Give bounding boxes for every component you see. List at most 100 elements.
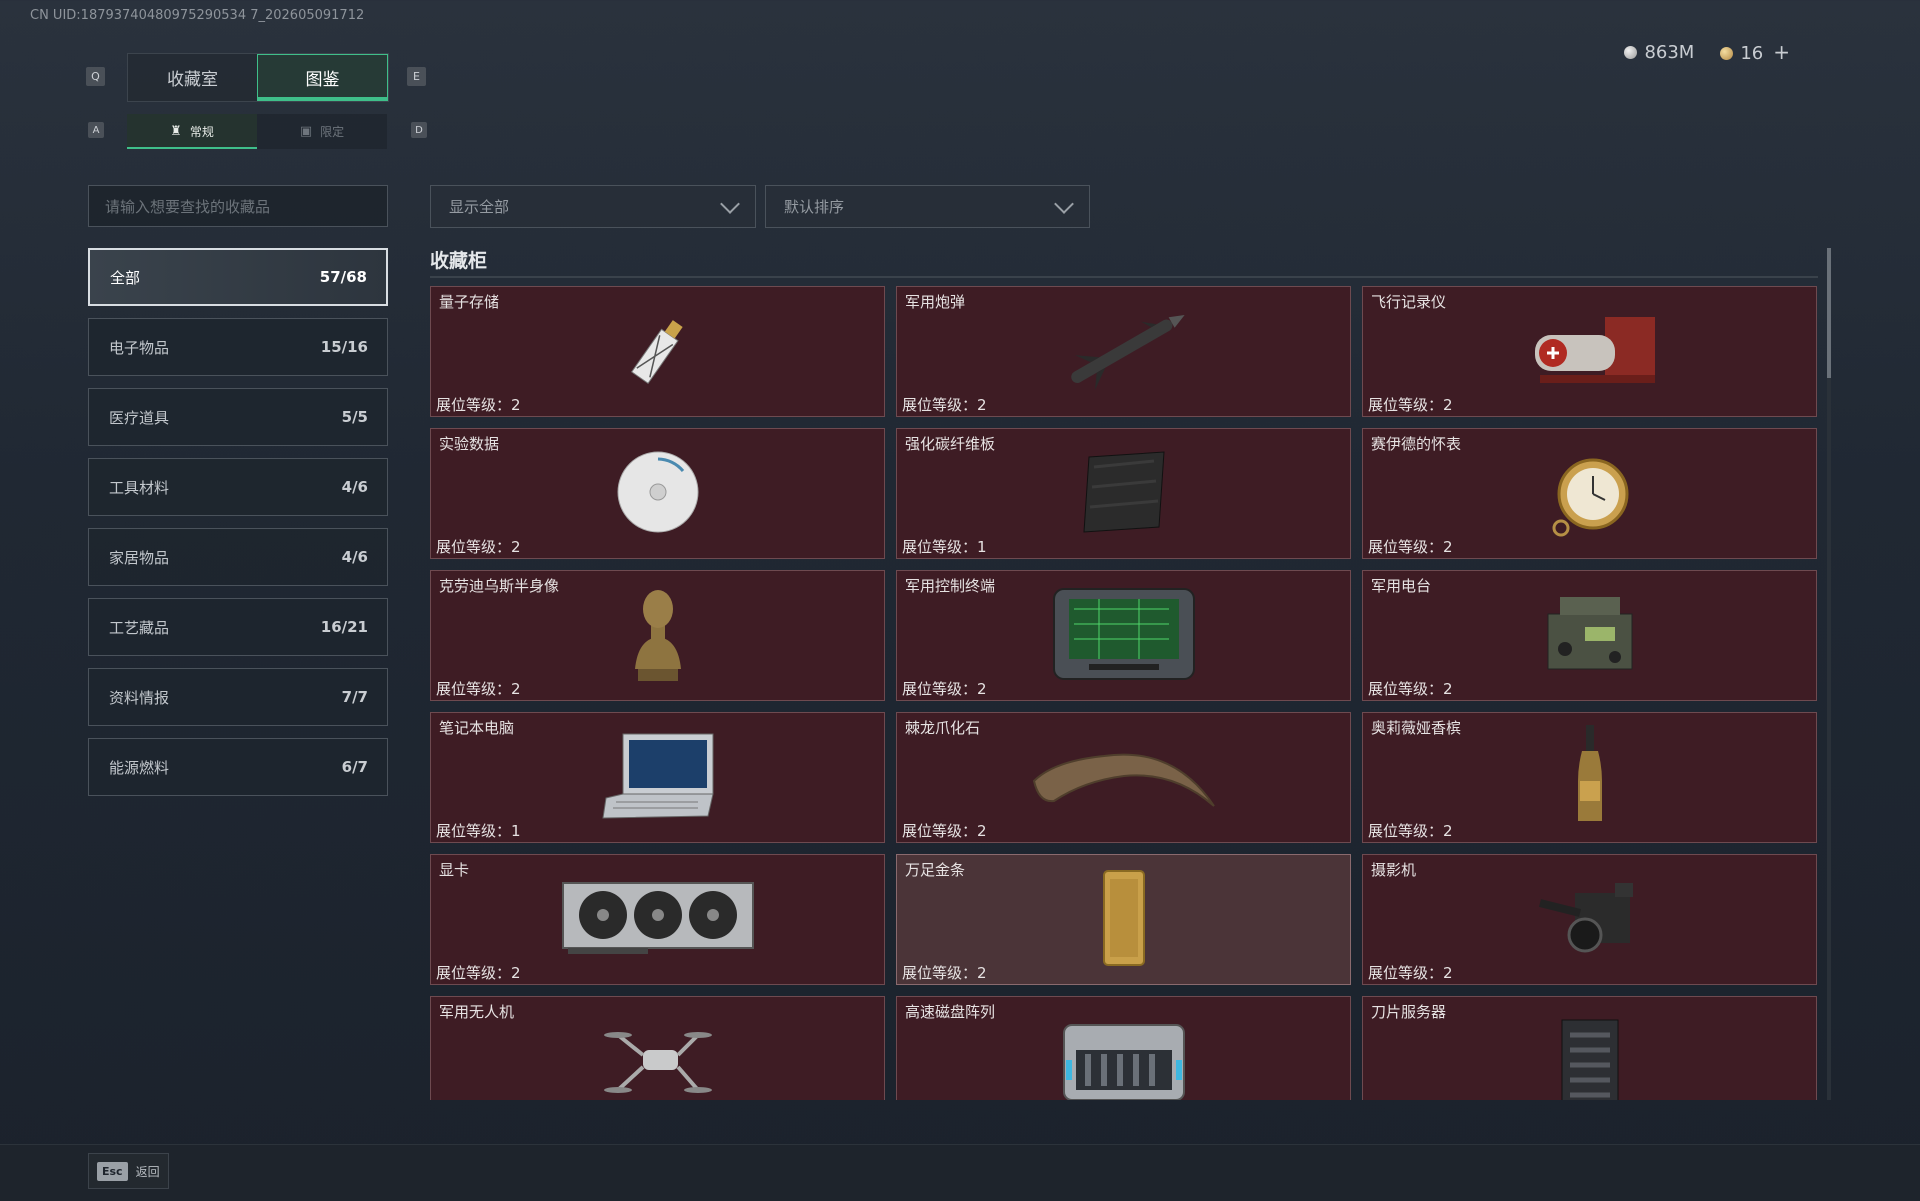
- category-label: 资料情报: [109, 688, 170, 707]
- category-label: 能源燃料: [109, 758, 170, 777]
- item-name: 克劳迪乌斯半身像: [439, 577, 560, 595]
- search-input[interactable]: 请输入想要查找的收藏品: [88, 185, 388, 227]
- flight-recorder-icon: [1515, 305, 1665, 399]
- claw-fossil-icon: [1024, 731, 1224, 825]
- category-energy[interactable]: 能源燃料 6/7: [88, 738, 388, 796]
- trophy-icon: ♜: [170, 124, 182, 139]
- graphics-card-icon: [558, 873, 758, 967]
- category-count: 15/16: [320, 338, 368, 356]
- disk-array-icon: [1054, 1010, 1194, 1100]
- tab-catalog[interactable]: 图鉴: [257, 54, 388, 101]
- gold-bar-icon: [1094, 863, 1154, 977]
- next-tab-key[interactable]: E: [407, 67, 426, 86]
- collection-card[interactable]: 军用无人机: [430, 996, 885, 1100]
- category-tools[interactable]: 工具材料 4/6: [88, 458, 388, 516]
- back-button[interactable]: Esc 返回: [88, 1153, 169, 1189]
- sub-tabbar: ♜ 常规 ▣ 限定: [127, 114, 387, 149]
- collection-card[interactable]: 强化碳纤维板 展位等级：1: [896, 428, 1351, 559]
- display-level: 展位等级：1: [902, 538, 987, 556]
- collection-card[interactable]: 军用电台展位等级：2: [1362, 570, 1817, 701]
- laptop-icon: [598, 726, 718, 830]
- disc-icon: [613, 447, 703, 541]
- display-level: 展位等级：2: [1368, 396, 1453, 414]
- category-label: 电子物品: [109, 338, 170, 357]
- filter-dropdown[interactable]: 显示全部: [430, 185, 756, 228]
- collection-card[interactable]: 显卡展位等级：2: [430, 854, 885, 985]
- display-level: 展位等级：2: [436, 964, 521, 982]
- collection-card[interactable]: 克劳迪乌斯半身像 展位等级：2: [430, 570, 885, 701]
- display-level: 展位等级：2: [1368, 822, 1453, 840]
- collection-card[interactable]: 刀片服务器: [1362, 996, 1817, 1100]
- collection-card[interactable]: 奥莉薇娅香槟 展位等级：2: [1362, 712, 1817, 843]
- subtab-limited-label: 限定: [320, 125, 345, 139]
- sort-dropdown[interactable]: 默认排序: [765, 185, 1090, 228]
- collection-card[interactable]: 赛伊德的怀表 展位等级：2: [1362, 428, 1817, 559]
- display-level: 展位等级：2: [902, 822, 987, 840]
- category-medical[interactable]: 医疗道具 5/5: [88, 388, 388, 446]
- bottom-bar: [0, 1144, 1920, 1201]
- item-name: 军用无人机: [439, 1003, 515, 1021]
- item-name: 军用电台: [1371, 577, 1432, 595]
- collection-grid-viewport: 量子存储 展位等级：2 军用炮弹 展位等级：2 飞行记录仪 展位等级：2 实验数据 展位等级：…: [430, 286, 1818, 1100]
- collection-card[interactable]: 实验数据展位等级：2: [430, 428, 885, 559]
- section-divider: [430, 276, 1818, 278]
- collection-card[interactable]: 军用炮弹 展位等级：2: [896, 286, 1351, 417]
- display-level: 展位等级：2: [436, 538, 521, 556]
- subtab-regular[interactable]: ♜ 常规: [127, 114, 257, 149]
- add-currency-button[interactable]: +: [1773, 40, 1790, 64]
- blade-server-icon: [1550, 1010, 1630, 1100]
- collection-card[interactable]: 万足金条展位等级：2: [896, 854, 1351, 985]
- display-level: 展位等级：2: [902, 964, 987, 982]
- item-name: 高速磁盘阵列: [905, 1003, 996, 1021]
- tab-collection-room[interactable]: 收藏室: [128, 54, 257, 101]
- esc-key: Esc: [97, 1161, 128, 1181]
- gold-currency: 16 +: [1720, 40, 1790, 64]
- item-name: 实验数据: [439, 435, 500, 453]
- collection-grid: 量子存储 展位等级：2 军用炮弹 展位等级：2 飞行记录仪 展位等级：2 实验数据 展位等级：…: [430, 286, 1818, 1100]
- prev-tab-key[interactable]: Q: [86, 67, 105, 86]
- item-name: 棘龙爪化石: [905, 719, 981, 737]
- display-level: 展位等级：2: [1368, 538, 1453, 556]
- category-crafts[interactable]: 工艺藏品 16/21: [88, 598, 388, 656]
- gold-coin-icon: [1720, 47, 1734, 60]
- display-level: 展位等级：2: [436, 680, 521, 698]
- category-count: 5/5: [341, 408, 368, 426]
- category-intel[interactable]: 资料情报 7/7: [88, 668, 388, 726]
- champagne-icon: [1570, 721, 1610, 835]
- scrollbar-thumb[interactable]: [1827, 248, 1831, 378]
- item-name: 万足金条: [905, 861, 966, 879]
- subtab-limited[interactable]: ▣ 限定: [257, 114, 387, 149]
- item-name: 摄影机: [1371, 861, 1417, 879]
- category-electronics[interactable]: 电子物品 15/16: [88, 318, 388, 376]
- category-label: 工艺藏品: [109, 618, 170, 637]
- category-all[interactable]: 全部 57/68: [88, 248, 388, 306]
- item-name: 笔记本电脑: [439, 719, 515, 737]
- item-name: 量子存储: [439, 293, 500, 311]
- display-level: 展位等级：2: [902, 680, 987, 698]
- display-level: 展位等级：2: [436, 396, 521, 414]
- item-name: 强化碳纤维板: [905, 435, 996, 453]
- collection-card[interactable]: 棘龙爪化石展位等级：2: [896, 712, 1351, 843]
- category-household[interactable]: 家居物品 4/6: [88, 528, 388, 586]
- collection-card[interactable]: 军用控制终端 展位等级：2: [896, 570, 1351, 701]
- category-count: 6/7: [341, 758, 368, 776]
- collection-card[interactable]: 高速磁盘阵列: [896, 996, 1351, 1100]
- display-level: 展位等级：2: [1368, 680, 1453, 698]
- collection-card[interactable]: 笔记本电脑 展位等级：1: [430, 712, 885, 843]
- category-count: 4/6: [341, 478, 368, 496]
- image-icon: ▣: [299, 124, 313, 139]
- item-name: 显卡: [439, 861, 470, 879]
- back-label: 返回: [135, 1164, 160, 1179]
- chevron-down-icon: [720, 193, 740, 214]
- collection-card[interactable]: 摄影机展位等级：2: [1362, 854, 1817, 985]
- silver-currency: 863M: [1624, 42, 1694, 63]
- display-level: 展位等级：2: [1368, 964, 1453, 982]
- collection-card[interactable]: 飞行记录仪 展位等级：2: [1362, 286, 1817, 417]
- prev-subtab-key[interactable]: A: [88, 122, 104, 138]
- radio-icon: [1540, 589, 1640, 683]
- category-label: 工具材料: [109, 478, 170, 497]
- collection-card[interactable]: 量子存储展位等级：2: [430, 286, 885, 417]
- filter-dropdown-value: 显示全部: [449, 198, 510, 216]
- drone-icon: [598, 1015, 718, 1101]
- next-subtab-key[interactable]: D: [411, 122, 427, 138]
